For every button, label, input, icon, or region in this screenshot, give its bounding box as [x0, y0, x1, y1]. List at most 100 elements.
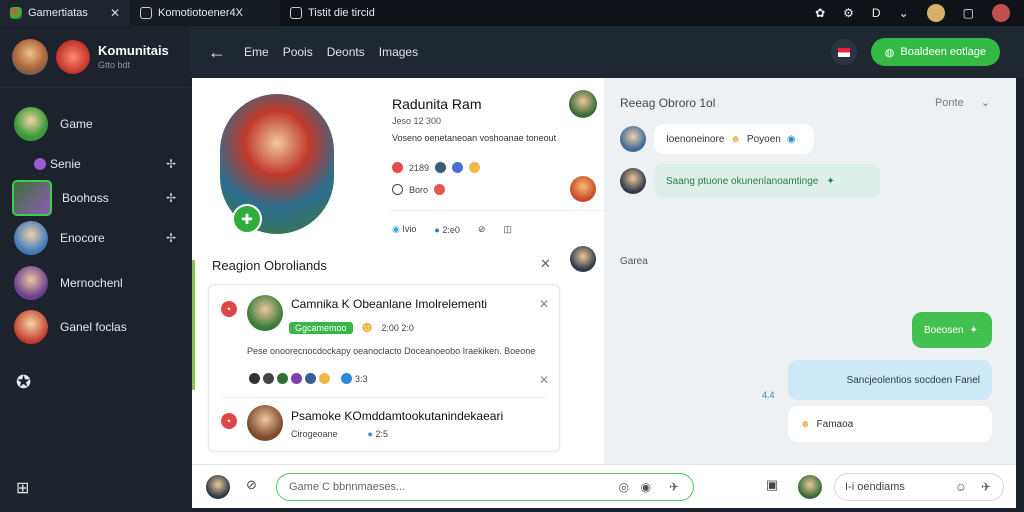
browser-tab-label: Gamertiatas	[28, 7, 88, 19]
close-icon[interactable]: ✕	[540, 256, 551, 272]
expand-icon[interactable]: ✢	[166, 157, 176, 171]
message-input[interactable]: Game C bbnnmaeses... ◎ ◉ ✈	[276, 473, 694, 501]
reaction-avatar	[277, 373, 288, 384]
stat-value: 2189	[409, 162, 430, 173]
chat-avatar	[620, 126, 646, 152]
chat-message: Saang ptuone okunenlanoamtinge ✦	[654, 164, 880, 198]
item-badge: Ggcamemoo	[289, 322, 353, 334]
camera-icon[interactable]: ◫	[503, 224, 512, 235]
reaction-avatar	[263, 373, 274, 384]
sidebar-item-label: Senie	[50, 157, 81, 171]
sidebar-item-game[interactable]: Game	[0, 104, 190, 144]
primary-action-button[interactable]: ◍ Boaldeen eotlage	[870, 38, 1000, 66]
sidebar-item-label: Game	[60, 117, 93, 131]
browser-tab-bar: Gamertiatas ✕ Komotiotoener4X Tistit die…	[0, 0, 1024, 26]
tab-favicon-icon	[140, 7, 152, 19]
send-icon[interactable]: ✈	[981, 480, 991, 494]
emoji-icon: ☻	[358, 319, 376, 336]
message-text: Famaoa	[816, 418, 854, 430]
user-avatar[interactable]	[992, 4, 1010, 22]
emoji-avatar[interactable]	[926, 4, 945, 22]
nav-link[interactable]: Eme	[244, 45, 269, 59]
window-icon[interactable]: ▢	[963, 6, 974, 20]
back-arrow-icon[interactable]: ←	[208, 42, 226, 63]
search-field[interactable]: I-i oendiams ☺ ✈	[834, 473, 1004, 501]
chat-message: Ioenoneinore ☻ Poyoen ◉	[654, 124, 814, 154]
share-action[interactable]: ● 2:e0	[434, 225, 459, 235]
sidebar-title: Komunitais	[98, 43, 169, 58]
user-avatar[interactable]	[206, 475, 230, 499]
star-icon[interactable]: ✪	[16, 372, 31, 393]
chat-avatar	[620, 168, 646, 194]
notification-icon: •	[221, 413, 237, 429]
profile-name: Radunita Ram	[392, 96, 482, 112]
send-icon[interactable]: ✈	[669, 480, 679, 494]
chevron-down-icon[interactable]: ⌄	[899, 6, 909, 20]
member-avatar[interactable]	[570, 246, 596, 272]
sidebar-item-ganel-foclas[interactable]: Ganel foclas	[0, 307, 190, 347]
emoji-icon	[469, 162, 481, 173]
expand-icon[interactable]: ✢	[166, 231, 176, 245]
sort-dropdown-label: Ponte	[934, 97, 964, 109]
close-icon[interactable]: ✕	[539, 373, 549, 387]
expand-icon[interactable]: ✢	[166, 191, 176, 205]
reader-icon[interactable]: D	[872, 6, 881, 20]
info-action[interactable]: ◉ Ivio	[392, 224, 416, 235]
close-icon[interactable]: ✕	[539, 297, 549, 311]
stat-value: Boro	[409, 184, 429, 195]
stat-dot-icon	[392, 162, 403, 173]
browser-tab-3[interactable]: Tistit die tircid	[280, 0, 430, 26]
message-text: Poyoen	[746, 133, 781, 145]
profile-actions: ◉ Ivio ● 2:e0 ⊘ ◫	[392, 224, 512, 235]
item-subtitle: Cirogeoane	[291, 429, 338, 439]
member-avatar[interactable]	[570, 176, 596, 202]
nav-link[interactable]: Deonts	[327, 45, 365, 59]
bookmark-icon[interactable]: ✿	[815, 6, 825, 20]
browser-tab-2[interactable]: Komotiotoener4X	[130, 0, 280, 26]
settings-icon[interactable]: ⚙	[843, 6, 854, 20]
app-favicon-icon	[10, 7, 22, 19]
flag-icon	[837, 47, 850, 57]
close-tab-icon[interactable]: ✕	[110, 6, 120, 20]
gallery-icon[interactable]: ▣	[766, 477, 778, 493]
reaction-avatar	[305, 373, 316, 384]
sidebar-item-label: Boohoss	[62, 191, 109, 205]
ganel-avatar	[14, 310, 48, 344]
clock-icon: ●	[367, 429, 373, 439]
emoji-icon: ☻	[800, 418, 811, 430]
chat-header: Reeag Obroro 1ol	[620, 96, 716, 110]
browser-tab-1[interactable]: Gamertiatas ✕	[0, 0, 130, 26]
emoji-icon[interactable]: ◉	[641, 480, 651, 494]
sidebar-item-boohoss[interactable]: Boohoss ✢	[0, 178, 190, 218]
browser-tab-label: Komotiotoener4X	[158, 7, 243, 19]
sidebar-item-mernochenl[interactable]: Mernochenl	[0, 263, 190, 303]
item-time-value: 2:5	[375, 429, 389, 439]
more-icon[interactable]: ⊘	[478, 224, 486, 235]
bottom-bar: ⊘ Game C bbnnmaeses... ◎ ◉ ✈ ▣ I-i oendi…	[192, 464, 1016, 508]
flag-button[interactable]	[830, 39, 857, 65]
search-field-text: I-i oendiams	[845, 481, 905, 493]
member-avatar[interactable]	[569, 90, 597, 118]
grid-icon[interactable]: ⊞	[16, 478, 29, 498]
emoji-icon[interactable]: ☺	[955, 480, 967, 494]
profile-description: Voseno oenetaneoan voshoanae toneout	[392, 133, 557, 143]
sidebar-item-enocore[interactable]: Enocore ✢	[0, 218, 190, 258]
sidebar-item-label: Mernochenl	[60, 276, 123, 290]
mernochenl-avatar	[14, 266, 48, 300]
boohoss-avatar	[12, 180, 52, 216]
mic-icon[interactable]: ◎	[619, 480, 629, 494]
contact-avatar[interactable]	[798, 475, 822, 499]
divider	[390, 210, 604, 211]
item-time: 2:00 2:0	[381, 323, 414, 333]
attach-icon[interactable]: ⊘	[246, 477, 257, 493]
divider	[221, 397, 547, 398]
sidebar-title-group: Komunitais Gtto bdt	[98, 43, 169, 70]
browser-controls: ✿ ⚙ D ⌄ ▢	[815, 4, 1024, 22]
user-avatar[interactable]	[12, 38, 48, 75]
sparkle-icon: ✦	[969, 324, 978, 336]
item-reactions: 3:3	[249, 373, 368, 384]
nav-link[interactable]: Images	[379, 45, 418, 59]
sort-dropdown[interactable]: Ponte ⌄	[935, 96, 990, 109]
nav-link[interactable]: Poois	[283, 45, 313, 59]
stat-dot-icon	[435, 162, 447, 173]
